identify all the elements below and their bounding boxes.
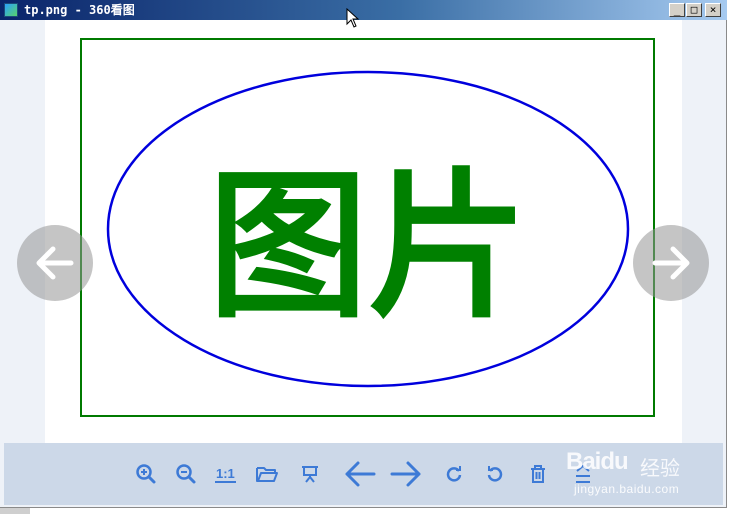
window-title: tp.png - 360看图 <box>24 3 135 17</box>
viewer-window: tp.png - 360看图 _ □ × 图片 1:1 Baidu 经验 jin… <box>0 0 727 508</box>
image-viewer-icon <box>4 3 18 17</box>
previous-icon <box>345 461 376 487</box>
arrow-right-icon <box>652 246 690 280</box>
minimize-button[interactable]: _ <box>669 3 685 17</box>
close-button[interactable]: × <box>705 3 721 17</box>
zoom-in-icon <box>136 464 156 484</box>
zoom-in-button[interactable] <box>134 459 158 489</box>
zoom-out-icon <box>176 464 196 484</box>
previous-button[interactable] <box>342 459 378 489</box>
taskbar-edge <box>0 508 30 514</box>
rotate-counterclockwise-icon <box>487 466 503 482</box>
delete-icon <box>531 465 545 483</box>
next-icon <box>390 461 421 487</box>
slideshow-icon <box>302 466 318 483</box>
rotate-counterclockwise-button[interactable] <box>485 459 505 489</box>
next-button[interactable] <box>388 459 424 489</box>
watermark-logo: Baidu <box>566 448 629 475</box>
rotate-clockwise-button[interactable] <box>444 459 464 489</box>
maximize-button[interactable]: □ <box>686 3 702 17</box>
arrow-left-icon <box>36 246 74 280</box>
open-folder-icon <box>256 467 278 482</box>
rotate-clockwise-icon <box>446 466 462 482</box>
image-text: 图片 <box>208 153 528 340</box>
next-image-button[interactable] <box>633 225 709 301</box>
slideshow-button[interactable] <box>299 459 321 489</box>
open-folder-button[interactable] <box>254 459 280 489</box>
image-viewport[interactable]: 图片 <box>4 20 723 443</box>
mouse-cursor-icon <box>346 8 360 28</box>
zoom-out-button[interactable] <box>174 459 198 489</box>
baidu-watermark: Baidu 经验 jingyan.baidu.com <box>566 448 726 498</box>
delete-button[interactable] <box>529 459 547 489</box>
title-bar[interactable]: tp.png - 360看图 _ □ × <box>0 0 727 20</box>
watermark-brand: 经验 <box>640 456 680 480</box>
watermark-url: jingyan.baidu.com <box>574 482 680 496</box>
actual-size-button[interactable]: 1:1 <box>215 467 236 483</box>
previous-image-button[interactable] <box>17 225 93 301</box>
displayed-image: 图片 <box>80 38 655 417</box>
image-canvas: 图片 <box>45 20 682 443</box>
